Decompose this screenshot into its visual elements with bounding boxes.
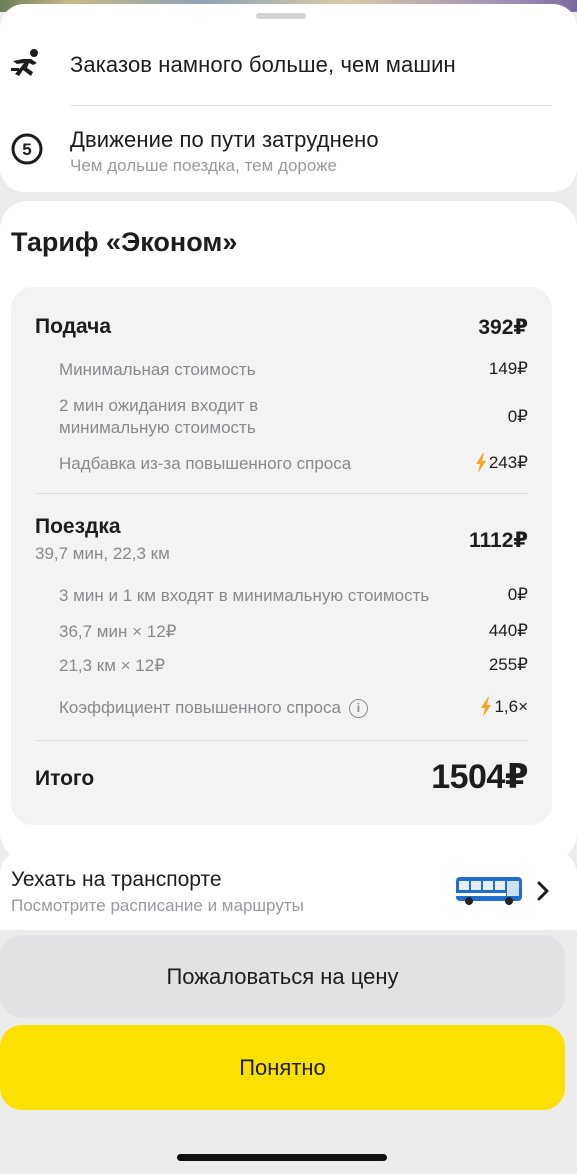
trip-line-value: 255₽ xyxy=(489,655,528,675)
home-indicator[interactable] xyxy=(177,1154,387,1161)
notice-subtitle: Чем дольше поездка, тем дороже xyxy=(70,156,337,175)
running-person-icon xyxy=(10,46,44,80)
traffic-level-text: 5 xyxy=(22,140,31,159)
public-transport-row[interactable]: Уехать на транспорте Посмотрите расписан… xyxy=(0,850,577,930)
notice-sheet: Заказов намного больше, чем машин 5 Движ… xyxy=(0,4,577,192)
transport-subtitle: Посмотрите расписание и маршруты xyxy=(11,896,304,915)
complain-price-button[interactable]: Пожаловаться на цену xyxy=(0,935,565,1018)
trip-line-value: 440₽ xyxy=(489,621,528,641)
value-text: 255₽ xyxy=(488,655,528,674)
trip-label: Поездка xyxy=(35,515,121,538)
sheet-drag-handle[interactable] xyxy=(256,13,306,19)
traffic-level-icon: 5 xyxy=(10,132,44,166)
chevron-right-icon xyxy=(537,881,549,901)
pickup-line-label: 2 мин ожидания входит в минимальную стои… xyxy=(59,396,259,437)
value-text: 440₽ xyxy=(488,621,528,640)
pickup-value: 392₽ xyxy=(478,316,528,339)
ok-button[interactable]: Понятно xyxy=(0,1025,565,1110)
trip-value: 1112₽ xyxy=(468,529,528,552)
value-text: 149₽ xyxy=(488,359,528,378)
total-value: 1504₽ xyxy=(431,758,528,796)
trip-line-label: 21,3 км × 12₽ xyxy=(59,656,166,675)
notice-divider xyxy=(70,105,552,106)
section-divider xyxy=(35,493,528,494)
section-divider xyxy=(35,740,528,741)
trip-line-label: 36,7 мин × 12₽ xyxy=(59,622,177,641)
pickup-line-value: 149₽ xyxy=(489,359,528,379)
value-text: 243₽ xyxy=(488,453,528,472)
transport-title: Уехать на транспорте xyxy=(11,868,222,891)
pickup-line-value: 243₽ xyxy=(475,453,528,473)
trip-subtitle: 39,7 мин, 22,3 км xyxy=(35,544,170,563)
surge-coefficient-label: Коэффициент повышенного спроса xyxy=(59,698,341,717)
surge-coefficient-row: Коэффициент повышенного спроса i xyxy=(59,697,368,719)
total-label: Итого xyxy=(35,767,95,790)
price-breakdown: Подача 392₽ Минимальная стоимость 149₽ 2… xyxy=(11,287,552,825)
trip-line-value: 0₽ xyxy=(508,585,528,605)
pickup-line-value: 0₽ xyxy=(508,407,528,427)
value-text: 1,6× xyxy=(494,697,528,716)
pickup-line-label: Надбавка из-за повышенного спроса xyxy=(59,454,352,473)
pickup-line-label: Минимальная стоимость xyxy=(59,360,256,379)
trip-line-value: 1,6× xyxy=(480,697,528,717)
notice-title: Движение по пути затруднено xyxy=(70,127,379,152)
tariff-card: Тариф «Эконом» Подача 392₽ Минимальная с… xyxy=(0,201,577,861)
value-text: 0₽ xyxy=(507,585,528,604)
value-text: 0₽ xyxy=(507,407,528,426)
pickup-label: Подача xyxy=(35,315,112,338)
notice-title: Заказов намного больше, чем машин xyxy=(70,52,456,77)
info-icon[interactable]: i xyxy=(348,699,368,718)
lightning-icon xyxy=(481,697,492,717)
trip-line-label: 3 мин и 1 км входят в минимальную стоимо… xyxy=(59,586,430,605)
bus-icon xyxy=(456,877,522,905)
tariff-title: Тариф «Эконом» xyxy=(11,227,238,257)
lightning-icon xyxy=(475,453,486,473)
